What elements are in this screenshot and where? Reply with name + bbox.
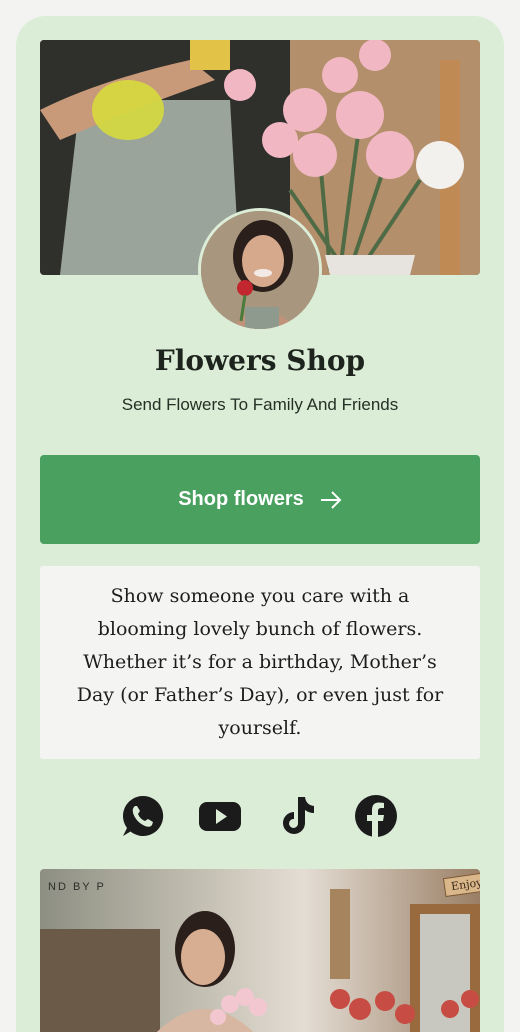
arrow-right-icon (320, 490, 342, 509)
shop-photo: ND BY P Enjoy (40, 869, 480, 1032)
tiktok-icon[interactable] (276, 794, 320, 838)
description-card: Show someone you care with a blooming lo… (40, 566, 480, 759)
shop-sign: ND BY P (48, 881, 106, 893)
avatar (198, 208, 322, 332)
social-links (16, 794, 504, 838)
page-subtitle: Send Flowers To Family And Friends (121, 395, 399, 414)
link-page-container: Flowers Shop Send Flowers To Family And … (16, 16, 504, 1032)
description-text: Show someone you care with a blooming lo… (76, 585, 444, 739)
whatsapp-icon[interactable] (121, 794, 165, 838)
youtube-icon[interactable] (198, 794, 242, 838)
shop-flowers-button[interactable]: Shop flowers (40, 455, 480, 544)
shop-flowers-label: Shop flowers (178, 488, 304, 510)
facebook-icon[interactable] (354, 794, 398, 838)
page-title: Flowers Shop (154, 344, 366, 377)
